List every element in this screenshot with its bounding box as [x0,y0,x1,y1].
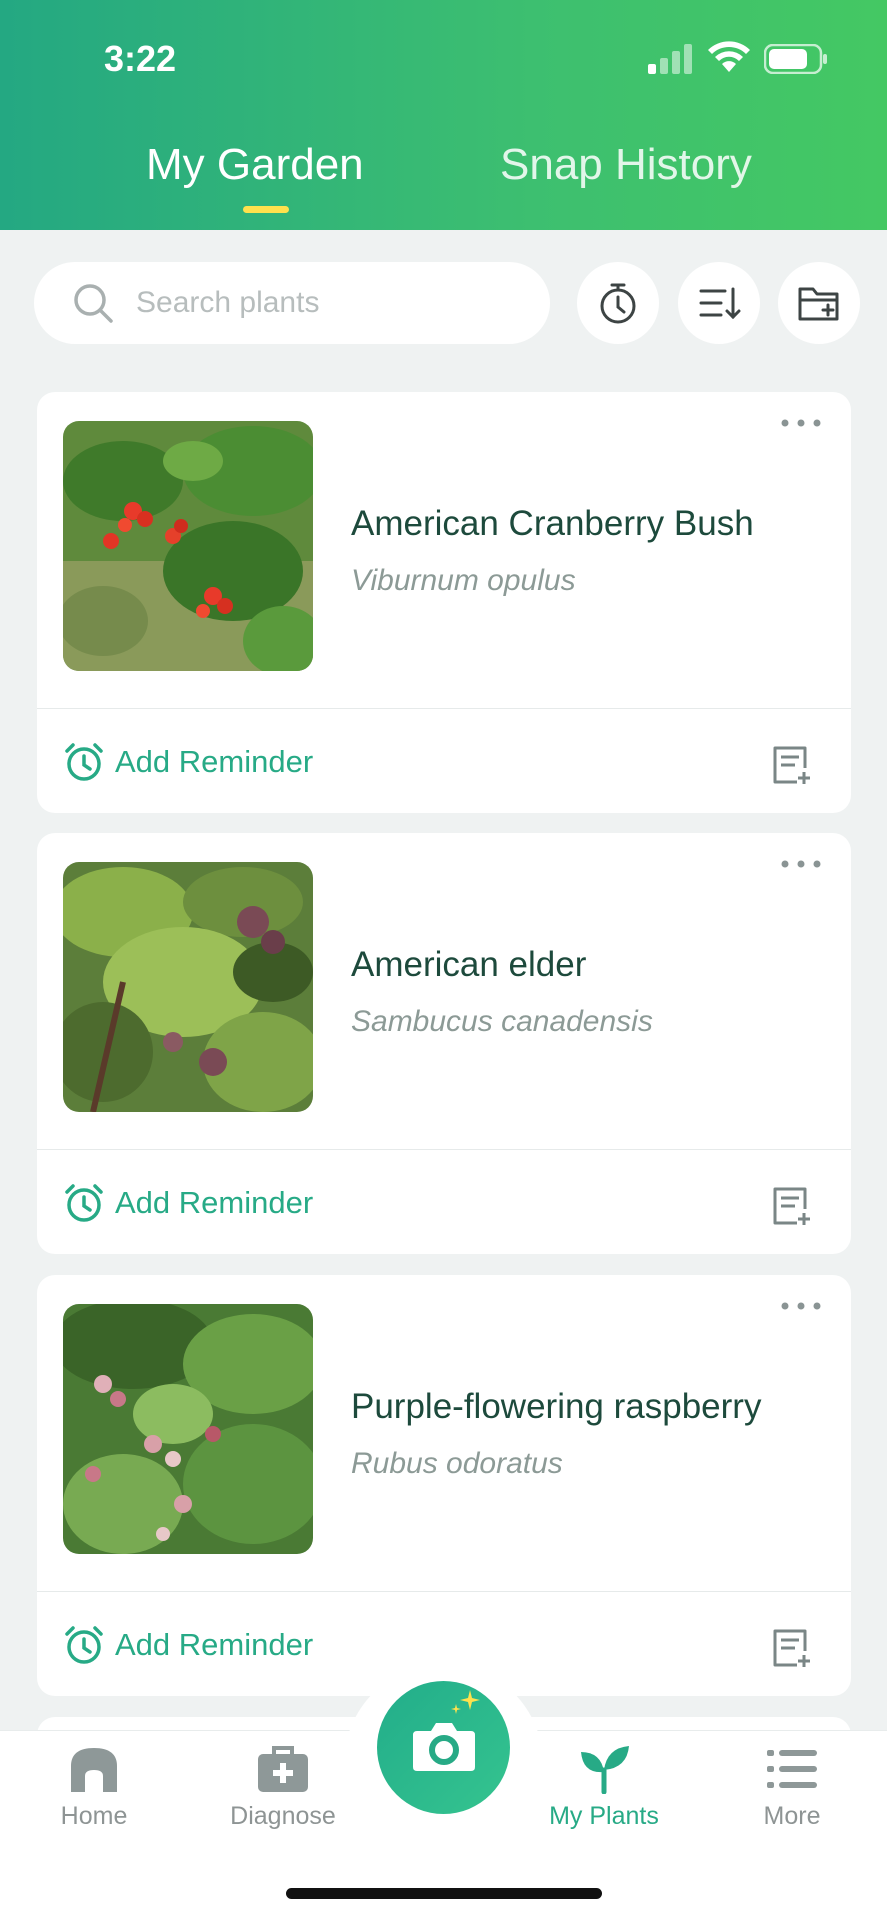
nav-diagnose-label: Diagnose [230,1802,336,1830]
more-options-icon[interactable] [779,1299,823,1313]
plant-card[interactable]: American elder Sambucus canadensis Add R… [37,833,851,1254]
plant-scientific-name: Sambucus canadensis [351,1005,653,1038]
nav-diagnose[interactable]: Diagnose [208,1744,358,1831]
tab-snap-history[interactable]: Snap History [500,140,752,190]
sprout-icon [581,1746,629,1794]
list-icon [767,1750,817,1788]
plant-scientific-name: Rubus odoratus [351,1447,563,1480]
home-icon [71,1748,117,1792]
alarm-clock-icon [65,1184,103,1222]
card-divider [37,708,851,709]
plant-common-name: American Cranberry Bush [351,504,754,543]
sparkle-icon [451,1690,480,1714]
nav-more-label: More [763,1802,821,1830]
add-note-icon[interactable] [771,1185,811,1227]
plant-photo[interactable] [63,421,313,671]
search-bar[interactable] [34,262,550,344]
more-options-icon[interactable] [779,416,823,430]
alarm-clock-icon [65,1626,103,1664]
plant-common-name: American elder [351,945,587,984]
nav-my-plants-label: My Plants [549,1802,659,1830]
search-icon [74,284,113,323]
add-note-icon[interactable] [771,744,811,786]
add-reminder-button[interactable]: Add Reminder [63,738,313,786]
camera-button[interactable] [377,1681,510,1814]
plant-photo[interactable] [63,1304,313,1554]
add-folder-icon [798,287,839,321]
app-header: 3:22 My Garden Snap History [0,0,887,230]
card-divider [37,1149,851,1150]
add-reminder-button[interactable]: Add Reminder [63,1179,313,1227]
card-divider [37,1591,851,1592]
plant-scientific-name: Viburnum opulus [351,564,576,597]
medical-kit-icon [258,1746,308,1792]
reminder-timer-button[interactable] [577,262,659,344]
add-reminder-label: Add Reminder [115,744,314,779]
nav-home-label: Home [60,1802,128,1830]
alarm-clock-icon [65,743,103,781]
status-time: 3:22 [104,38,177,79]
sort-icon [699,287,741,320]
nav-more[interactable]: More [717,1744,867,1831]
nav-my-plants[interactable]: My Plants [529,1744,679,1831]
active-tab-indicator [243,206,289,213]
add-reminder-label: Add Reminder [115,1627,314,1662]
more-options-icon[interactable] [779,857,823,871]
cellular-signal-icon [648,44,692,74]
camera-icon [413,1723,475,1771]
battery-icon [764,44,827,74]
home-indicator[interactable] [286,1888,602,1899]
plant-photo[interactable] [63,862,313,1112]
plant-common-name: Purple-flowering raspberry [351,1387,762,1426]
plant-card[interactable]: American Cranberry Bush Viburnum opulus … [37,392,851,813]
nav-home[interactable]: Home [19,1744,169,1831]
add-note-icon[interactable] [771,1627,811,1669]
add-reminder-button[interactable]: Add Reminder [63,1621,313,1669]
tab-my-garden[interactable]: My Garden [146,140,364,190]
search-input[interactable] [136,262,516,344]
add-folder-button[interactable] [778,262,860,344]
timer-icon [600,283,636,324]
wifi-icon [708,41,750,72]
add-reminder-label: Add Reminder [115,1185,314,1220]
sort-button[interactable] [678,262,760,344]
plant-card[interactable]: Purple-flowering raspberry Rubus odoratu… [37,1275,851,1696]
